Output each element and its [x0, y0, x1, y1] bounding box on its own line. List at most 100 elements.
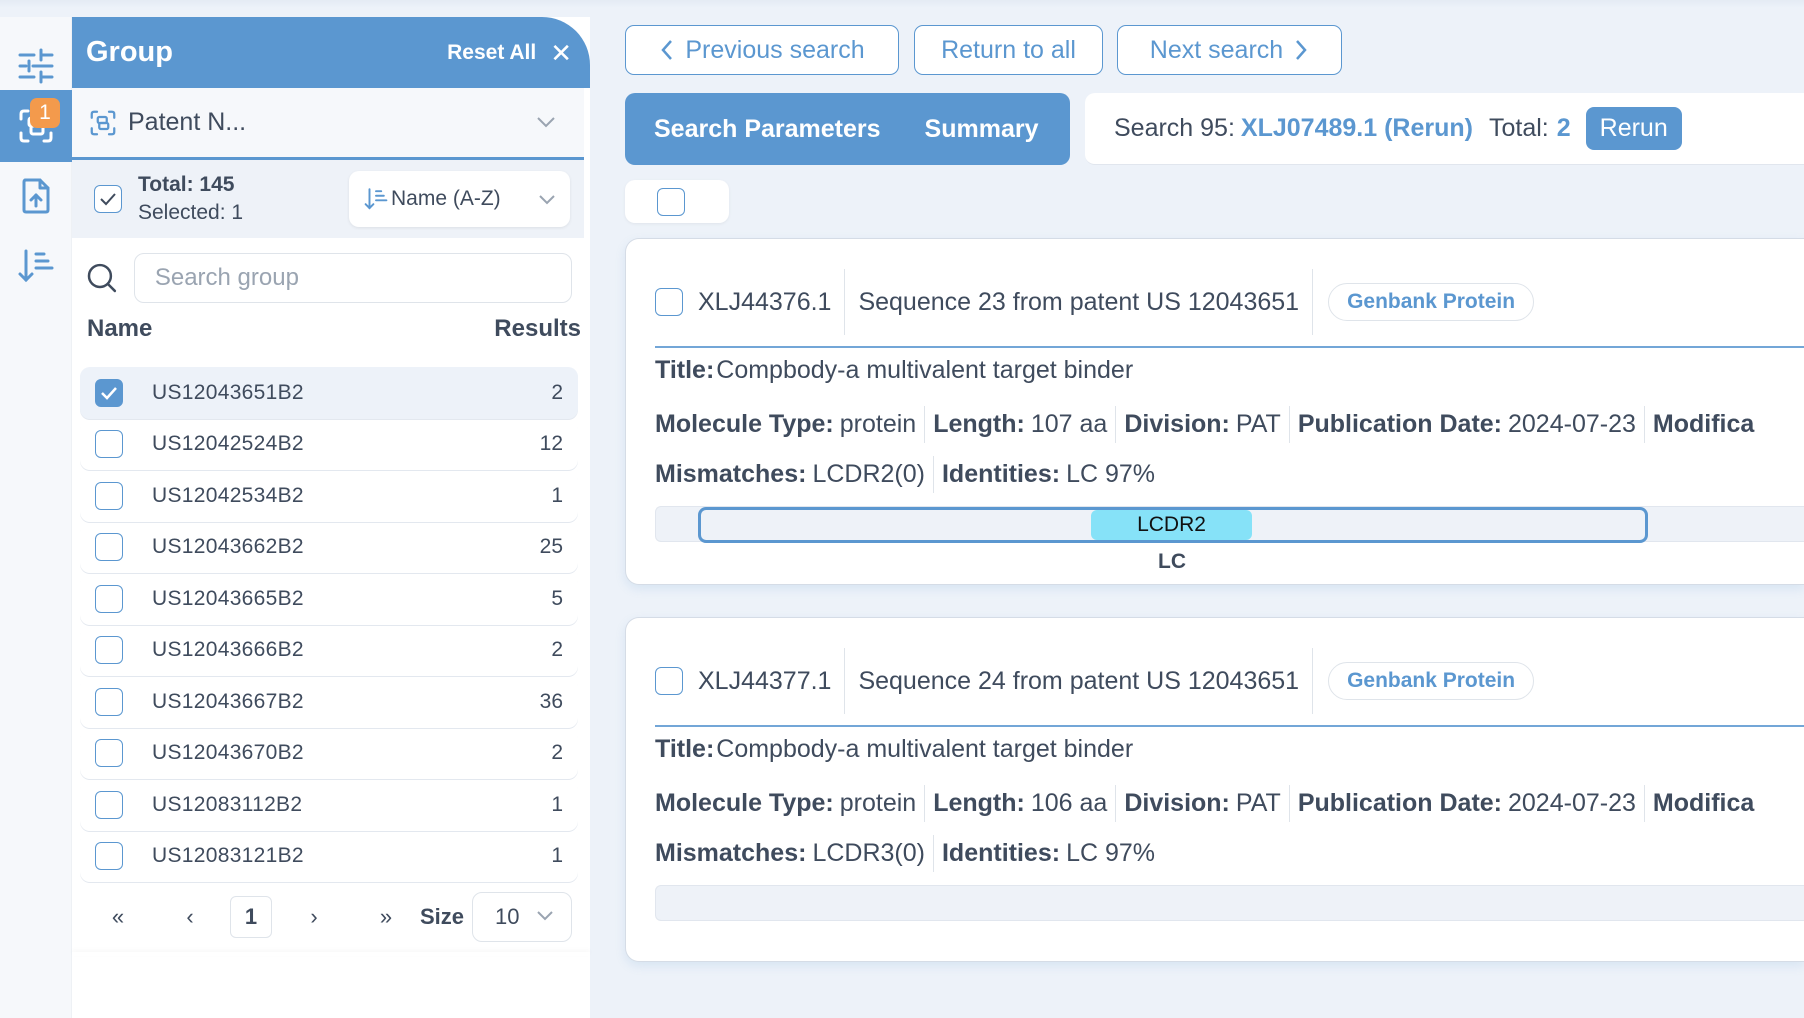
group-by-value: Patent N... — [128, 108, 247, 136]
file-upload-icon — [22, 178, 50, 214]
previous-search-button[interactable]: Previous search — [625, 25, 899, 75]
last-page-button[interactable]: » — [366, 904, 406, 930]
page-size-select[interactable]: 10 — [472, 892, 573, 942]
group-list-item[interactable]: US12043670B2 2 — [80, 728, 578, 780]
group-list-item[interactable]: US12043651B2 2 — [80, 367, 578, 419]
result-stats-line: Mismatches: LCDR2(0) Identities: LC 97% — [655, 456, 1155, 493]
result-card-header: XLJ44376.1 Sequence 23 from patent US 12… — [655, 267, 1535, 337]
result-title-line: Title: Compbody-a multivalent target bin… — [655, 356, 1133, 385]
group-checkbox[interactable] — [95, 481, 123, 510]
select-all-results-checkbox[interactable] — [657, 187, 685, 216]
group-checkbox[interactable] — [95, 378, 123, 407]
source-badge[interactable]: Genbank Protein — [1328, 283, 1535, 321]
meta-publication-date: Publication Date: 2024-07-23 — [1288, 785, 1636, 822]
chevron-down-icon — [538, 189, 556, 210]
tab-search-parameters[interactable]: Search Parameters — [654, 115, 881, 144]
group-list-item[interactable]: US12043667B2 36 — [80, 676, 578, 728]
group-list-item[interactable]: US12083112B2 1 — [80, 779, 578, 831]
current-page[interactable]: 1 — [230, 896, 272, 938]
group-result-count: 2 — [551, 380, 563, 404]
return-to-all-button[interactable]: Return to all — [914, 25, 1103, 75]
group-list-item[interactable]: US12042524B2 12 — [80, 419, 578, 471]
sort-value: Name (A-Z) — [391, 187, 501, 210]
next-page-button[interactable]: › — [294, 904, 334, 930]
group-name: US12042524B2 — [152, 432, 304, 456]
rail-export[interactable] — [0, 160, 72, 232]
tab-bar: Search Parameters Summary — [625, 93, 1070, 165]
result-checkbox[interactable] — [655, 667, 683, 695]
group-name: US12043662B2 — [152, 535, 304, 559]
group-list-item[interactable]: US12083121B2 1 — [80, 831, 578, 883]
meta-molecule-type: Molecule Type: protein — [655, 789, 917, 817]
search-query-link[interactable]: XLJ07489.1 (Rerun) — [1241, 114, 1473, 143]
title-value: Compbody-a multivalent target binder — [716, 735, 1134, 763]
domain-region-lcdr2[interactable]: LCDR2 — [1091, 510, 1252, 540]
domain-track — [655, 885, 1804, 921]
result-checkbox[interactable] — [655, 288, 683, 316]
domain-chain-lc[interactable]: LCDR2 — [698, 507, 1648, 543]
meta-publication-date: Publication Date: 2024-07-23 — [1288, 406, 1636, 443]
column-name: Name — [87, 315, 153, 342]
result-accession[interactable]: XLJ44376.1 — [698, 269, 846, 335]
check-icon — [100, 193, 116, 206]
result-meta-line: Molecule Type: protein Length: 106 aa Divi… — [655, 785, 1754, 822]
sort-icon — [364, 188, 388, 210]
next-search-label: Next search — [1149, 35, 1284, 64]
group-result-count: 1 — [551, 792, 563, 816]
group-list-item[interactable]: US12043666B2 2 — [80, 625, 578, 677]
rerun-button[interactable]: Rerun — [1585, 107, 1682, 150]
meta-length: Length: 107 aa — [924, 406, 1107, 443]
group-checkbox[interactable] — [95, 790, 123, 819]
group-checkbox[interactable] — [95, 842, 123, 871]
group-result-count: 1 — [551, 483, 563, 507]
group-result-count: 2 — [551, 741, 563, 765]
source-badge[interactable]: Genbank Protein — [1328, 662, 1535, 700]
search-icon — [87, 263, 117, 293]
title-label: Title: — [655, 735, 715, 763]
group-checkbox[interactable] — [95, 430, 123, 459]
total-label: Total: — [1488, 114, 1549, 142]
result-accession[interactable]: XLJ44377.1 — [698, 648, 846, 714]
first-page-button[interactable]: « — [98, 904, 138, 930]
group-list: US12043651B2 2 US12042524B2 12 US12042534B2 1… — [80, 367, 578, 882]
result-card: XLJ44376.1 Sequence 23 from patent US 12… — [625, 238, 1804, 585]
group-name: US12043651B2 — [152, 380, 304, 404]
check-icon — [101, 386, 117, 400]
group-name: US12043666B2 — [152, 638, 304, 662]
rail-group[interactable]: 1 — [0, 90, 72, 162]
result-description: Sequence 24 from patent US 12043651 — [845, 648, 1314, 714]
sort-dropdown[interactable]: Name (A-Z) — [349, 171, 570, 227]
group-result-count: 1 — [551, 844, 563, 868]
group-result-count: 25 — [539, 535, 563, 559]
result-stats-line: Mismatches: LCDR3(0) Identities: LC 97% — [655, 835, 1155, 872]
column-results[interactable]: Results — [494, 315, 581, 345]
group-search-input[interactable] — [133, 253, 572, 303]
group-checkbox[interactable] — [95, 739, 123, 768]
meta-modification: Modifica — [1643, 406, 1754, 443]
group-by-dropdown[interactable]: Patent N... — [72, 88, 584, 160]
domain-chain-label: LC — [1158, 550, 1186, 573]
close-icon[interactable]: ✕ — [550, 40, 572, 66]
card-divider — [655, 346, 1804, 348]
group-list-item[interactable]: US12043662B2 25 — [80, 522, 578, 574]
icon-rail: 1 — [0, 17, 72, 1018]
group-checkbox[interactable] — [95, 636, 123, 665]
next-search-button[interactable]: Next search — [1117, 25, 1342, 75]
group-header: Group Reset All ✕ — [72, 17, 590, 88]
group-list-item[interactable]: US12042534B2 1 — [80, 470, 578, 522]
group-checkbox[interactable] — [95, 533, 123, 562]
card-divider — [655, 725, 1804, 727]
rail-sort[interactable] — [0, 230, 72, 302]
reset-all-button[interactable]: Reset All — [447, 41, 536, 65]
group-list-item[interactable]: US12043665B2 5 — [80, 573, 578, 625]
meta-division: Division: PAT — [1115, 785, 1281, 822]
group-checkbox[interactable] — [95, 687, 123, 716]
select-all-groups-checkbox[interactable] — [94, 185, 122, 213]
group-checkbox[interactable] — [95, 584, 123, 613]
prev-page-button[interactable]: ‹ — [170, 904, 210, 930]
result-meta-line: Molecule Type: protein Length: 107 aa Divi… — [655, 406, 1754, 443]
tab-summary[interactable]: Summary — [925, 115, 1039, 144]
group-name: US12043665B2 — [152, 586, 304, 610]
group-list-header: Name Results — [87, 315, 581, 345]
meta-modification: Modifica — [1643, 785, 1754, 822]
